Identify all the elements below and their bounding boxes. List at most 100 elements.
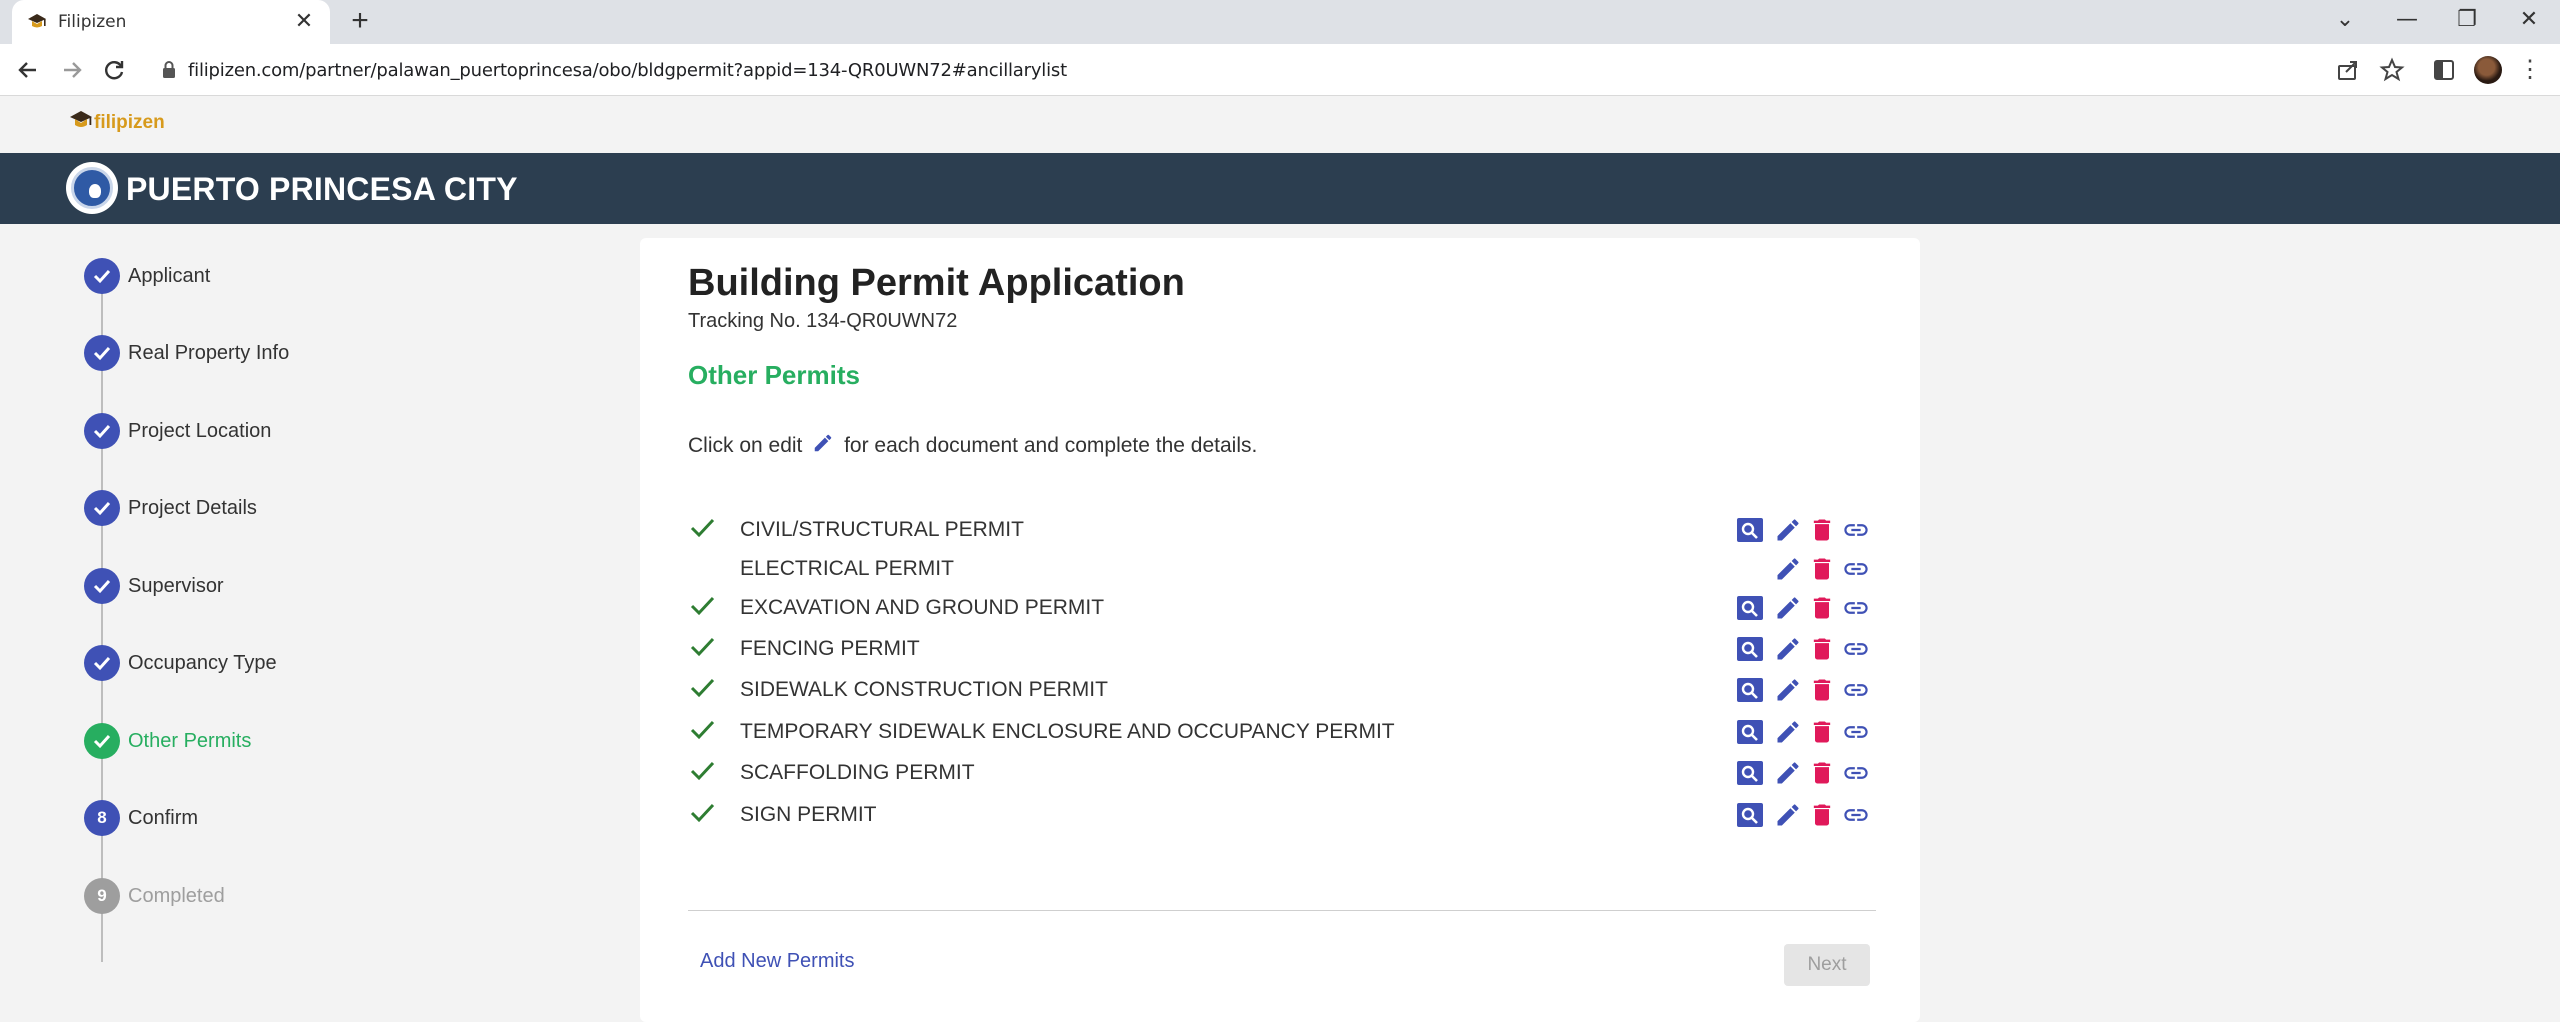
step-label: Project Details <box>128 497 257 519</box>
link-icon[interactable] <box>1842 759 1870 787</box>
permit-actions <box>1736 676 1876 704</box>
step-label: Supervisor <box>128 575 224 597</box>
permit-name: FENCING PERMIT <box>740 637 920 660</box>
edit-icon[interactable] <box>1774 516 1802 544</box>
restore-button[interactable]: ❐ <box>2436 0 2498 40</box>
link-icon[interactable] <box>1842 555 1870 583</box>
close-window-button[interactable]: ✕ <box>2498 0 2560 40</box>
delete-icon[interactable] <box>1808 594 1836 622</box>
tab-close-icon[interactable]: ✕ <box>290 6 318 36</box>
step-project-details[interactable]: Project Details <box>84 490 504 526</box>
reload-icon[interactable] <box>98 54 130 86</box>
edit-icon[interactable] <box>1774 676 1802 704</box>
permit-actions <box>1736 718 1876 746</box>
permit-actions <box>1736 516 1876 544</box>
link-icon[interactable] <box>1842 635 1870 663</box>
step-label: Applicant <box>128 265 211 287</box>
view-icon[interactable] <box>1736 801 1764 829</box>
forward-icon[interactable] <box>56 54 88 86</box>
permit-name: CIVIL/STRUCTURAL PERMIT <box>740 518 1024 541</box>
permit-actions <box>1736 635 1876 663</box>
edit-icon[interactable] <box>1774 759 1802 787</box>
permit-row: CIVIL/STRUCTURAL PERMIT <box>688 510 1876 548</box>
new-tab-button[interactable]: + <box>344 6 376 38</box>
add-new-permits-link[interactable]: Add New Permits <box>700 950 855 973</box>
step-label: Occupancy Type <box>128 652 277 674</box>
profile-avatar[interactable] <box>2474 56 2502 84</box>
link-icon[interactable] <box>1842 676 1870 704</box>
tab-search-icon[interactable]: ⌄ <box>2314 0 2376 40</box>
step-label: Other Permits <box>128 730 252 752</box>
step-supervisor[interactable]: Supervisor <box>84 568 504 604</box>
application-card: Building Permit Application Tracking No.… <box>640 238 1920 1022</box>
view-icon[interactable] <box>1736 516 1764 544</box>
delete-icon[interactable] <box>1808 801 1836 829</box>
step-real-property-info[interactable]: Real Property Info <box>84 335 504 371</box>
bookmark-star-icon[interactable] <box>2378 56 2406 84</box>
view-icon[interactable] <box>1736 759 1764 787</box>
browser-tab[interactable]: Filipizen ✕ <box>12 0 330 44</box>
delete-icon[interactable] <box>1808 759 1836 787</box>
permit-row: SIGN PERMIT <box>688 795 1876 833</box>
edit-icon[interactable] <box>1774 594 1802 622</box>
step-label: Confirm <box>128 807 199 829</box>
permit-actions <box>1736 759 1876 787</box>
instruction-after: for each document and complete the detai… <box>844 434 1258 457</box>
permit-row: FENCING PERMIT <box>688 629 1876 667</box>
permit-row: SIDEWALK CONSTRUCTION PERMIT <box>688 670 1876 708</box>
step-other-permits[interactable]: Other Permits <box>84 723 504 759</box>
delete-icon[interactable] <box>1808 516 1836 544</box>
permit-row: TEMPORARY SIDEWALK ENCLOSURE AND OCCUPAN… <box>688 712 1876 750</box>
minimize-button[interactable]: — <box>2376 0 2438 40</box>
permit-actions <box>1736 555 1876 583</box>
delete-icon[interactable] <box>1808 676 1836 704</box>
check-icon <box>690 761 715 781</box>
view-icon[interactable] <box>1736 635 1764 663</box>
check-icon <box>690 596 715 616</box>
filipizen-logo-icon[interactable] <box>68 109 94 133</box>
link-icon[interactable] <box>1842 594 1870 622</box>
step-occupancy-type[interactable]: Occupancy Type <box>84 645 504 681</box>
edit-icon[interactable] <box>1774 555 1802 583</box>
check-icon <box>84 335 120 371</box>
brand-name[interactable]: filipizen <box>94 112 165 134</box>
link-icon[interactable] <box>1842 516 1870 544</box>
delete-icon[interactable] <box>1808 635 1836 663</box>
delete-icon[interactable] <box>1808 555 1836 583</box>
permit-name: TEMPORARY SIDEWALK ENCLOSURE AND OCCUPAN… <box>740 720 1395 743</box>
step-confirm[interactable]: 8 Confirm <box>84 800 504 836</box>
back-icon[interactable] <box>12 54 44 86</box>
url-text: filipizen.com/partner/palawan_puertoprin… <box>188 60 1067 81</box>
edit-icon[interactable] <box>1774 718 1802 746</box>
page-title: Building Permit Application <box>688 262 1185 304</box>
check-icon <box>84 568 120 604</box>
check-icon <box>84 413 120 449</box>
check-icon <box>84 490 120 526</box>
edit-icon[interactable] <box>1774 801 1802 829</box>
share-icon[interactable] <box>2334 56 2362 84</box>
check-icon <box>690 518 715 538</box>
edit-icon[interactable] <box>1774 635 1802 663</box>
instruction-text: Click on edit for each document and comp… <box>688 432 1257 458</box>
browser-tab-strip: Filipizen ✕ + ⌄ — ❐ ✕ <box>0 0 2560 44</box>
link-icon[interactable] <box>1842 801 1870 829</box>
tracking-number: Tracking No. 134-QR0UWN72 <box>688 310 958 332</box>
link-icon[interactable] <box>1842 718 1870 746</box>
divider <box>688 910 1876 911</box>
address-bar[interactable]: filipizen.com/partner/palawan_puertoprin… <box>146 50 2376 90</box>
permit-name: EXCAVATION AND GROUND PERMIT <box>740 596 1105 619</box>
permit-row: SCAFFOLDING PERMIT <box>688 753 1876 791</box>
step-number: 9 <box>84 878 120 914</box>
view-icon[interactable] <box>1736 594 1764 622</box>
delete-icon[interactable] <box>1808 718 1836 746</box>
view-icon[interactable] <box>1736 718 1764 746</box>
side-panel-icon[interactable] <box>2430 56 2458 84</box>
step-applicant[interactable]: Applicant <box>84 258 504 294</box>
city-seal-logo <box>66 162 118 214</box>
step-project-location[interactable]: Project Location <box>84 413 504 449</box>
view-icon[interactable] <box>1736 676 1764 704</box>
browser-toolbar: filipizen.com/partner/palawan_puertoprin… <box>0 44 2560 96</box>
city-name: PUERTO PRINCESA CITY <box>126 171 518 207</box>
browser-menu-icon[interactable]: ⋮ <box>2516 54 2544 86</box>
next-button[interactable]: Next <box>1784 944 1870 986</box>
